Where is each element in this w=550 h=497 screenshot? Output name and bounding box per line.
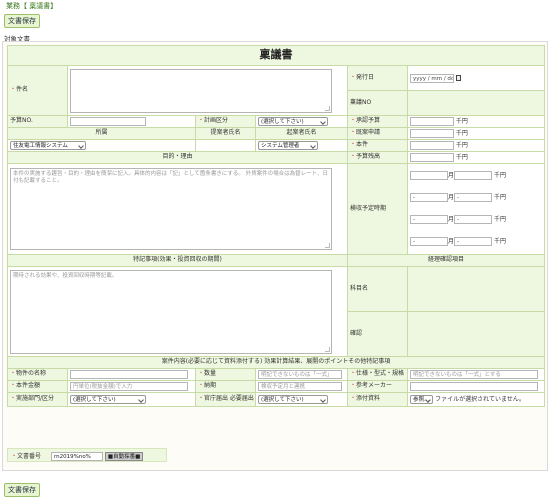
quantity-cell: 明記できないものは「一式」 — [255, 368, 348, 381]
timing-month-2[interactable]: - — [410, 193, 448, 202]
save-button-top[interactable]: 文書保存 — [4, 14, 40, 28]
ringi-no-value — [406, 90, 546, 116]
content-note: 案件内容(必要に応じて資料添付する) 効果計算結果、展開のポイントその他特記事項 — [6, 356, 546, 369]
notes-label: 特記事項(効果・投資回収の期間) — [7, 254, 348, 267]
timing-month-1[interactable] — [410, 171, 448, 180]
gov-filing-select[interactable]: (選択して下さい) — [258, 395, 328, 404]
delivery-cell: 検収予定月と連携 — [255, 380, 348, 393]
timing-month-4[interactable]: - — [410, 237, 448, 246]
plan-type-label: ・計画区分 — [195, 115, 256, 128]
amount-label: ・本件金額 — [7, 380, 68, 393]
amount-cell: 円単位(税抜金額)で入力 — [67, 380, 196, 393]
ringi-no-label: 稟議NO — [347, 90, 408, 116]
attachment-cell: 参照... ファイルが選択されていません。 — [406, 392, 546, 407]
approved-budget-cell: 千円 — [406, 115, 546, 128]
doc-number-row: ・文書番号 rn2019%no% ■自動採番■ — [7, 448, 167, 462]
save-button-bottom[interactable]: 文書保存 — [4, 483, 40, 497]
maker-cell — [406, 380, 546, 393]
dept-cell: 住友電工情報システム — [7, 139, 196, 152]
dept-division-select[interactable]: (選択して下さい) — [70, 395, 146, 404]
approved-budget-input[interactable] — [410, 117, 454, 126]
attachment-status: ファイルが選択されていません。 — [435, 396, 525, 403]
timing-amount-3[interactable]: - — [454, 215, 493, 224]
check-items-label: 経理確認項目 — [346, 254, 546, 267]
timing-cell: 月 千円 -月- 千円 -月- 千円 -月- 千円 — [406, 163, 546, 255]
item-name-cell — [67, 368, 196, 381]
budget-balance-label: ・予算残高 — [347, 151, 408, 164]
budget-balance-cell: 千円 — [406, 151, 546, 164]
attachment-label: ・添付資料 — [347, 392, 408, 407]
breadcrumb: 業務【 稟議書】 — [6, 2, 58, 10]
issue-date-input[interactable]: yyyy / mm / dd — [410, 73, 454, 83]
budget-no-cell — [67, 115, 196, 128]
dept-division-cell: (選択して下さい) — [67, 392, 196, 407]
timing-amount-2[interactable]: - — [454, 193, 493, 202]
spec-label: ・仕様・型式・規格 — [347, 368, 408, 381]
spec-cell: 明記できないものは「一式」とする — [406, 368, 546, 381]
subject-textarea[interactable] — [70, 68, 332, 113]
maker-input[interactable] — [410, 382, 538, 391]
account-label: 科目名 — [347, 266, 408, 312]
applied-amount-input[interactable] — [410, 129, 454, 138]
this-case-label: ・本件 — [347, 139, 408, 152]
purpose-cell: 本件の実施する趣旨・目的・理由を簡潔に記入。具体的内容は「記」として箇条書きにす… — [7, 163, 348, 255]
issue-date-label: ・発行日 — [347, 65, 408, 91]
plan-type-cell: (選択して下さい) — [255, 115, 348, 128]
ringi-form: 稟議書 ・件名 ・発行日 yyyy / mm / dd 稟議NO 予算NO. ・… — [6, 45, 546, 407]
purpose-label: 目的・理由 — [7, 151, 348, 164]
notes-textarea[interactable]: 期待される効果や、投資回収時期等記載。 — [10, 269, 332, 354]
doc-number-input[interactable]: rn2019%no% — [50, 452, 103, 461]
auto-number-tag: ■自動採番■ — [104, 452, 144, 461]
plan-type-select[interactable]: (選択して下さい) — [258, 117, 328, 126]
delivery-label: ・納期 — [195, 380, 256, 393]
form-title: 稟議書 — [6, 45, 546, 66]
purpose-textarea[interactable]: 本件の実施する趣旨・目的・理由を簡潔に記入。具体的内容は「記」として箇条書きにす… — [10, 168, 332, 250]
dept-label: 所属 — [7, 127, 196, 140]
drafter-label: 起案者氏名 — [255, 127, 348, 140]
timing-label: 検収予定時期 — [347, 163, 408, 255]
proposer-cell — [195, 139, 256, 152]
maker-label: ・参考メーカー — [347, 380, 408, 393]
applied-amount-label: ・既案申請 — [347, 127, 408, 140]
budget-balance-input[interactable] — [410, 153, 454, 162]
subject-label: ・件名 — [7, 65, 68, 116]
item-name-input[interactable] — [70, 370, 188, 379]
item-name-label: ・物件の名称 — [7, 368, 68, 381]
issue-date-cell: yyyy / mm / dd — [406, 65, 546, 91]
dept-division-label: ・実施部門/区分 — [7, 392, 68, 407]
this-case-input[interactable] — [410, 141, 454, 150]
drafter-cell: システム管理者 — [255, 139, 348, 152]
account-value — [406, 266, 546, 312]
this-case-cell: 千円 — [406, 139, 546, 152]
form-frame: 稟議書 ・件名 ・発行日 yyyy / mm / dd 稟議NO 予算NO. ・… — [2, 41, 548, 471]
budget-no-label: 予算NO. — [7, 115, 68, 128]
drafter-select[interactable]: システム管理者 — [258, 141, 318, 150]
timing-amount-1[interactable] — [454, 171, 493, 180]
delivery-input[interactable]: 検収予定月と連携 — [258, 382, 342, 391]
quantity-input[interactable]: 明記できないものは「一式」 — [258, 370, 342, 379]
timing-amount-4[interactable]: - — [454, 237, 493, 246]
approved-budget-label: ・承認予算 — [347, 115, 408, 128]
dept-select[interactable]: 住友電工情報システム — [10, 141, 86, 150]
spec-input[interactable]: 明記できないものは「一式」とする — [410, 370, 538, 379]
confirm-value — [406, 311, 546, 357]
quantity-label: ・数量 — [195, 368, 256, 381]
gov-filing-cell: (選択して下さい) — [255, 392, 348, 407]
doc-number-label: 文書番号 — [17, 453, 42, 460]
notes-cell: 期待される効果や、投資回収時期等記載。 — [7, 266, 348, 357]
applied-amount-cell: 千円 — [406, 127, 546, 140]
browse-button[interactable]: 参照... — [410, 395, 434, 404]
budget-no-input[interactable] — [70, 117, 146, 126]
timing-month-3[interactable]: - — [410, 215, 448, 224]
subject-cell — [67, 65, 348, 116]
confirm-label: 確認 — [347, 311, 408, 357]
proposer-label: 提案者氏名 — [195, 127, 256, 140]
gov-filing-label: ・官庁届出 必要届出 — [195, 392, 256, 407]
calendar-icon[interactable] — [455, 75, 461, 81]
amount-input[interactable]: 円単位(税抜金額)で入力 — [70, 382, 188, 391]
